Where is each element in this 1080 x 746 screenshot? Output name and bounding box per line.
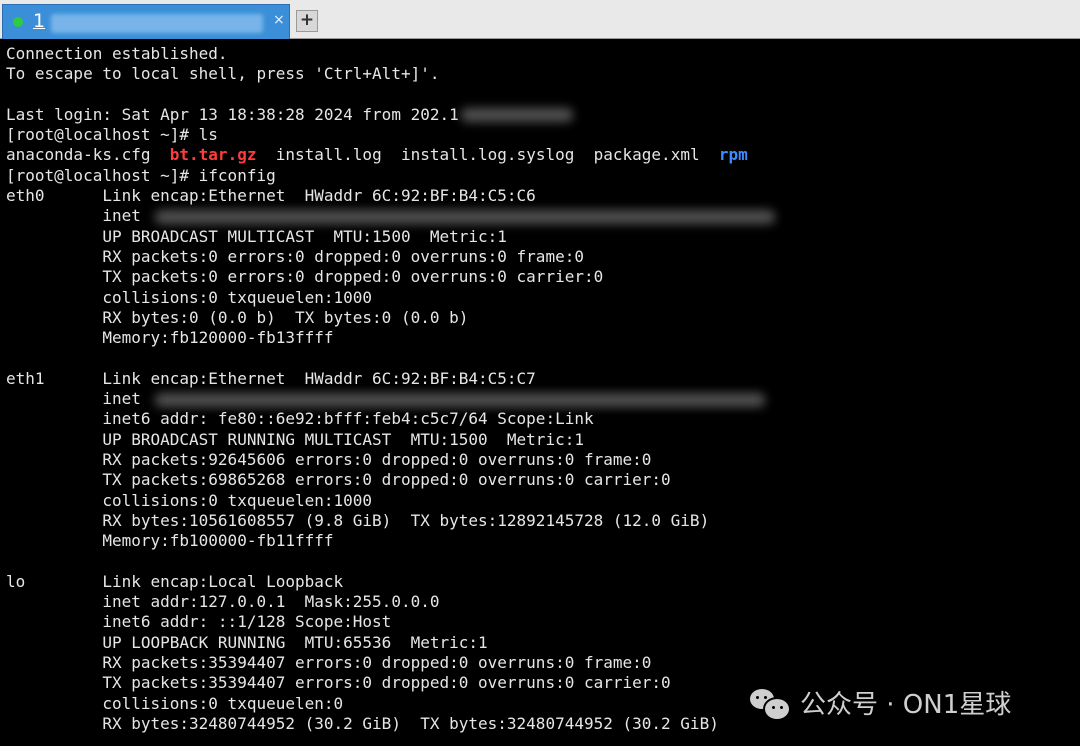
last-login-text: Last login: Sat Apr 13 18:38:28 2024 fro… — [6, 104, 459, 124]
inet-label: inet — [6, 389, 141, 409]
ls-output-line: anaconda-ks.cfg bt.tar.gz install.log in… — [6, 145, 775, 165]
ifconfig-line: Memory:fb100000-fb11ffff — [6, 531, 334, 551]
ifconfig-inet-line: inet — [6, 206, 775, 226]
watermark-text: 公众号 · ON1星球 — [800, 689, 1012, 720]
prompt-line: [root@localhost ~]# ls — [6, 125, 218, 145]
ifconfig-line: inet6 addr: ::1/128 Scope:Host — [6, 612, 392, 632]
ifconfig-line: TX packets:0 errors:0 dropped:0 overruns… — [6, 267, 604, 287]
redacted-ip — [460, 108, 573, 123]
prompt-line: [root@localhost ~]# ifconfig — [6, 165, 276, 185]
last-login-line: Last login: Sat Apr 13 18:38:28 2024 fro… — [6, 105, 775, 125]
ifconfig-line: UP BROADCAST MULTICAST MTU:1500 Metric:1 — [6, 226, 507, 246]
file-entry: anaconda-ks.cfg — [6, 145, 151, 165]
redacted-address — [154, 392, 765, 407]
terminal-line: Connection established. — [6, 44, 228, 63]
file-entry: package.xml — [593, 145, 700, 165]
directory-entry: rpm — [718, 145, 748, 165]
watermark: 公众号 · ON1星球 — [750, 682, 1011, 722]
ifconfig-line: collisions:0 txqueuelen:1000 — [6, 287, 373, 307]
ifconfig-line: RX bytes:0 (0.0 b) TX bytes:0 (0.0 b) — [6, 307, 469, 327]
tab-number: 1 — [33, 10, 46, 32]
tab-title-redacted — [51, 14, 263, 33]
terminal-output[interactable]: Connection established. To escape to loc… — [6, 44, 775, 734]
ifconfig-line: RX packets:0 errors:0 dropped:0 overruns… — [6, 246, 584, 266]
ifconfig-line: collisions:0 txqueuelen:0 — [6, 693, 344, 713]
ifconfig-line: eth0 Link encap:Ethernet HWaddr 6C:92:BF… — [6, 186, 536, 206]
ifconfig-line: RX packets:35394407 errors:0 dropped:0 o… — [6, 652, 652, 672]
ifconfig-line: TX packets:35394407 errors:0 dropped:0 o… — [6, 673, 671, 693]
connected-status-icon — [13, 17, 23, 27]
ifconfig-line: eth1 Link encap:Ethernet HWaddr 6C:92:BF… — [6, 368, 536, 388]
ifconfig-line: Memory:fb120000-fb13ffff — [6, 328, 334, 348]
inet-label: inet — [6, 206, 141, 226]
tab-bar: 1 × + — [0, 0, 1080, 39]
new-tab-button[interactable]: + — [296, 10, 318, 32]
ifconfig-line: inet addr:127.0.0.1 Mask:255.0.0.0 — [6, 592, 440, 612]
close-tab-icon[interactable]: × — [273, 12, 285, 28]
wechat-icon — [750, 686, 791, 721]
ifconfig-line: UP BROADCAST RUNNING MULTICAST MTU:1500 … — [6, 429, 584, 449]
redacted-address — [154, 209, 775, 224]
session-tab[interactable]: 1 × — [2, 4, 290, 39]
ifconfig-line: RX packets:92645606 errors:0 dropped:0 o… — [6, 449, 652, 469]
file-entry-archive: bt.tar.gz — [169, 145, 257, 165]
ifconfig-line: lo Link encap:Local Loopback — [6, 571, 344, 591]
ifconfig-inet-line: inet — [6, 389, 775, 409]
ifconfig-line: RX bytes:32480744952 (30.2 GiB) TX bytes… — [6, 713, 719, 733]
file-entry: install.log.syslog — [400, 145, 575, 165]
ifconfig-line: TX packets:69865268 errors:0 dropped:0 o… — [6, 470, 671, 490]
ifconfig-line: collisions:0 txqueuelen:1000 — [6, 490, 373, 510]
ifconfig-line: inet6 addr: fe80::6e92:bfff:feb4:c5c7/64… — [6, 409, 594, 429]
file-entry: install.log — [275, 145, 382, 165]
terminal-line: To escape to local shell, press 'Ctrl+Al… — [6, 64, 440, 84]
ifconfig-line: RX bytes:10561608557 (9.8 GiB) TX bytes:… — [6, 510, 710, 530]
ifconfig-line: UP LOOPBACK RUNNING MTU:65536 Metric:1 — [6, 632, 488, 652]
